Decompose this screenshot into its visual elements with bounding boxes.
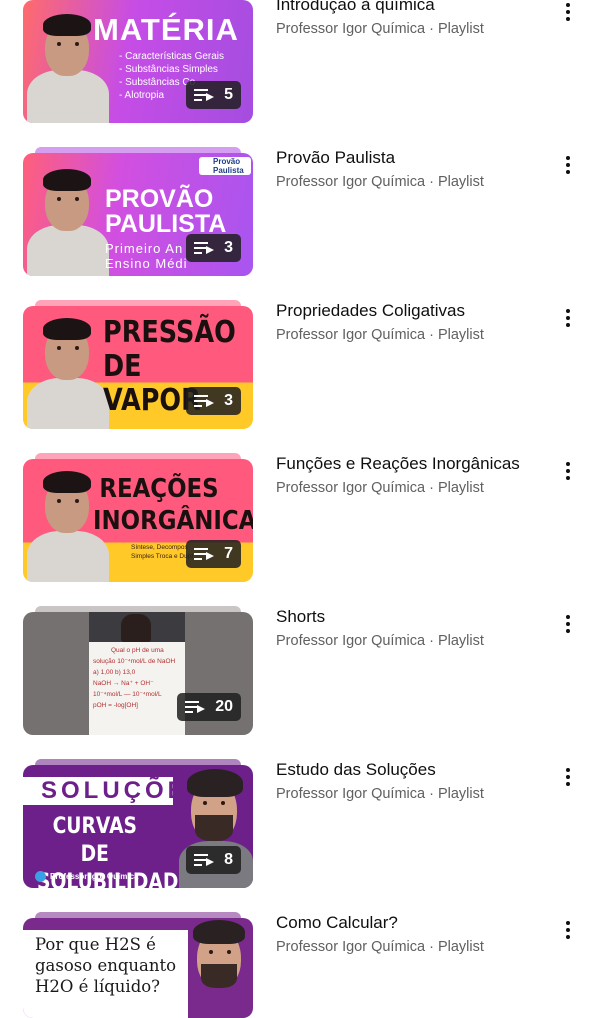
more-vertical-icon[interactable] — [556, 306, 580, 330]
playlist-thumbnail[interactable]: SOLUÇÕES CURVAS DE SOLUBILIDADE Professo… — [23, 759, 253, 889]
video-count: 3 — [224, 392, 233, 409]
video-count-badge: 20 — [177, 693, 241, 721]
thumb-footer: Professor Igor Química — [35, 871, 138, 882]
thumb-heading: PROVÃO PAULISTA — [105, 185, 227, 238]
playlist-channel[interactable]: Professor Igor Química · Playlist — [276, 784, 546, 804]
playlist-item[interactable]: Qual o pH de uma solução 10⁻⁴mol/L de Na… — [0, 606, 591, 741]
video-count-badge: 3 — [186, 387, 241, 415]
playlist-info[interactable]: Provão Paulista Professor Igor Química ·… — [276, 147, 546, 192]
presenter-image — [23, 153, 113, 276]
more-vertical-icon[interactable] — [556, 459, 580, 483]
playlist-item[interactable]: PRESSÃO DE VAPOR 3 Propriedades Coligati… — [0, 300, 591, 435]
playlist-thumbnail[interactable]: REAÇÕES INORGÂNICAS Síntese, Decompos Si… — [23, 453, 253, 583]
thumb-heading: REAÇÕES INORGÂNICAS — [93, 474, 253, 536]
playlist-thumbnail[interactable]: PRESSÃO DE VAPOR 3 — [23, 300, 253, 430]
thumbnail-image: SOLUÇÕES CURVAS DE SOLUBILIDADE Professo… — [23, 765, 253, 888]
more-vertical-icon[interactable] — [556, 765, 580, 789]
more-vertical-icon[interactable] — [556, 0, 580, 24]
playlist-title[interactable]: Como Calcular? — [276, 912, 546, 934]
question-card: Por que H2S é gasoso enquanto H2O é líqu… — [23, 930, 188, 1018]
playlist-queue-icon — [194, 89, 215, 101]
playlist-queue-icon — [185, 701, 206, 713]
video-count: 8 — [224, 851, 233, 868]
playlist-channel[interactable]: Professor Igor Química · Playlist — [276, 937, 546, 957]
playlist-title[interactable]: Propriedades Coligativas — [276, 300, 546, 322]
playlist-queue-icon — [194, 548, 215, 560]
video-count: 7 — [224, 545, 233, 562]
video-count: 5 — [224, 86, 233, 103]
video-count-badge: 8 — [186, 846, 241, 874]
playlist-info[interactable]: Propriedades Coligativas Professor Igor … — [276, 300, 546, 345]
playlist-channel[interactable]: Professor Igor Química · Playlist — [276, 19, 546, 39]
more-vertical-icon[interactable] — [556, 153, 580, 177]
thumb-caption: Primeiro An Ensino Médi — [105, 241, 188, 271]
playlist-channel[interactable]: Professor Igor Química · Playlist — [276, 172, 546, 192]
playlist-thumbnail[interactable]: Qual o pH de uma solução 10⁻⁴mol/L de Na… — [23, 606, 253, 736]
thumbnail-image: MATÉRIA - Características Gerais - Subst… — [23, 0, 253, 123]
playlist-info[interactable]: Funções e Reações Inorgânicas Professor … — [276, 453, 546, 498]
video-count-badge: 3 — [186, 234, 241, 262]
playlist-thumbnail[interactable]: Provão Paulista PROVÃO PAULISTA Primeiro… — [23, 147, 253, 277]
presenter-image — [183, 918, 253, 1018]
playlist-item[interactable]: Provão Paulista PROVÃO PAULISTA Primeiro… — [0, 147, 591, 282]
thumbnail-image: Qual o pH de uma solução 10⁻⁴mol/L de Na… — [23, 612, 253, 735]
presenter-image — [23, 306, 113, 429]
playlist-item[interactable]: Por que H2S é gasoso enquanto H2O é líqu… — [0, 912, 591, 1018]
playlist-item[interactable]: REAÇÕES INORGÂNICAS Síntese, Decompos Si… — [0, 453, 591, 588]
thumb-caption: Síntese, Decompos Simples Troca e Dupl — [131, 544, 193, 560]
provao-logo: Provão Paulista — [199, 157, 251, 175]
playlist-title[interactable]: Provão Paulista — [276, 147, 546, 169]
playlist-info[interactable]: Shorts Professor Igor Química · Playlist — [276, 606, 546, 651]
playlist-thumbnail[interactable]: Por que H2S é gasoso enquanto H2O é líqu… — [23, 912, 253, 1018]
more-vertical-icon[interactable] — [556, 612, 580, 636]
thumb-heading: MATÉRIA — [93, 12, 239, 47]
playlist-channel[interactable]: Professor Igor Química · Playlist — [276, 631, 546, 651]
video-count: 3 — [224, 239, 233, 256]
video-count-badge: 7 — [186, 540, 241, 568]
playlist-info[interactable]: Introdução à química Professor Igor Quím… — [276, 0, 546, 39]
playlist-channel[interactable]: Professor Igor Química · Playlist — [276, 325, 546, 345]
thumb-caption: Por que H2S é gasoso enquanto H2O é líqu… — [35, 935, 177, 996]
more-vertical-icon[interactable] — [556, 918, 580, 942]
playlist-queue-icon — [194, 854, 215, 866]
playlist-title[interactable]: Shorts — [276, 606, 546, 628]
playlist-info[interactable]: Como Calcular? Professor Igor Química · … — [276, 912, 546, 957]
playlist-queue-icon — [194, 395, 215, 407]
playlist-info[interactable]: Estudo das Soluções Professor Igor Quími… — [276, 759, 546, 804]
thumbnail-image: Provão Paulista PROVÃO PAULISTA Primeiro… — [23, 153, 253, 276]
playlist-title[interactable]: Funções e Reações Inorgânicas — [276, 453, 546, 475]
video-count-badge: 5 — [186, 81, 241, 109]
playlist-thumbnail[interactable]: MATÉRIA - Características Gerais - Subst… — [23, 0, 253, 124]
playlist-queue-icon — [194, 242, 215, 254]
playlist-title[interactable]: Introdução à química — [276, 0, 546, 16]
thumbnail-image: Por que H2S é gasoso enquanto H2O é líqu… — [23, 918, 253, 1018]
playlist-channel[interactable]: Professor Igor Química · Playlist — [276, 478, 546, 498]
thumbnail-image: REAÇÕES INORGÂNICAS Síntese, Decompos Si… — [23, 459, 253, 582]
thumbnail-image: PRESSÃO DE VAPOR 3 — [23, 306, 253, 429]
short-frame: Qual o pH de uma solução 10⁻⁴mol/L de Na… — [89, 612, 185, 735]
playlist-title[interactable]: Estudo das Soluções — [276, 759, 546, 781]
video-count: 20 — [215, 698, 233, 715]
playlist-item[interactable]: MATÉRIA - Características Gerais - Subst… — [0, 0, 591, 129]
thumb-caption: Qual o pH de uma solução 10⁻⁴mol/L de Na… — [93, 647, 176, 709]
playlist-item[interactable]: SOLUÇÕES CURVAS DE SOLUBILIDADE Professo… — [0, 759, 591, 894]
